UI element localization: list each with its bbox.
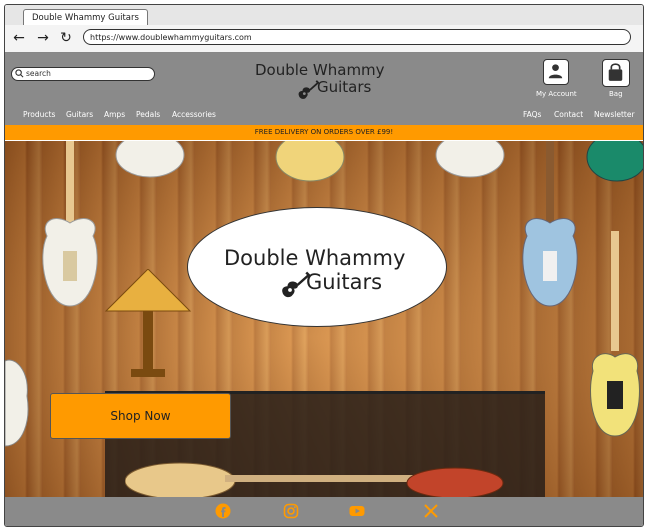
lamp-image: [104, 269, 192, 377]
browser-window: Double Whammy Guitars ← → ↻ https://www.…: [4, 4, 644, 527]
guitar-image: [586, 141, 643, 182]
reload-icon[interactable]: ↻: [58, 29, 74, 47]
account-button[interactable]: [543, 59, 569, 85]
search-icon: [15, 69, 24, 78]
nav-link-faqs[interactable]: FAQs: [523, 110, 541, 119]
search-placeholder: search: [26, 69, 51, 78]
facebook-icon[interactable]: [215, 503, 231, 519]
hero-logo-line1: Double Whammy: [224, 246, 406, 270]
guitar-image: [5, 359, 29, 447]
hero-logo: Double Whammy Guitars: [187, 207, 447, 327]
logo-text-line2: Guitars: [317, 78, 372, 96]
tab-bar: Double Whammy Guitars: [5, 5, 643, 26]
instagram-icon[interactable]: [283, 503, 299, 519]
browser-toolbar: ← → ↻ https://www.doublewhammyguitars.co…: [5, 25, 643, 53]
guitar-image: [125, 462, 504, 497]
hero-image: Double Whammy Guitars Shop Now: [5, 141, 643, 497]
guitar-image: [590, 231, 640, 437]
nav-link-contact[interactable]: Contact: [554, 110, 583, 119]
bag-label[interactable]: Bag: [609, 90, 623, 98]
site-header: search Double Whammy Guitars My Account: [5, 53, 643, 126]
hero-logo-line2: Guitars: [306, 270, 383, 294]
browser-tab[interactable]: Double Whammy Guitars: [23, 9, 148, 26]
nav-link-accessories[interactable]: Accessories: [172, 110, 216, 119]
guitar-image: [275, 141, 345, 182]
guitar-icon: [298, 80, 319, 99]
guitar-image: [522, 141, 578, 307]
shop-now-button[interactable]: Shop Now: [50, 393, 231, 439]
forward-arrow-icon[interactable]: →: [35, 29, 51, 47]
bag-button[interactable]: [602, 59, 630, 87]
delivery-banner: FREE DELIVERY ON ORDERS OVER £99!: [5, 125, 643, 140]
nav-link-amps[interactable]: Amps: [104, 110, 125, 119]
address-bar[interactable]: https://www.doublewhammyguitars.com: [83, 29, 631, 45]
site-footer: [5, 497, 643, 526]
shopping-bag-icon: [608, 63, 623, 81]
back-arrow-icon[interactable]: ←: [11, 29, 27, 47]
account-label[interactable]: My Account: [536, 90, 577, 98]
guitar-image: [42, 141, 98, 307]
logo-text-line1: Double Whammy: [255, 61, 385, 79]
site-logo[interactable]: Double Whammy Guitars: [255, 61, 395, 101]
youtube-icon[interactable]: [349, 503, 365, 519]
nav-link-guitars[interactable]: Guitars: [66, 110, 93, 119]
guitar-image: [115, 141, 185, 178]
user-icon: [548, 64, 563, 79]
nav-link-pedals[interactable]: Pedals: [136, 110, 160, 119]
x-icon[interactable]: [423, 503, 439, 519]
nav-link-products[interactable]: Products: [23, 110, 55, 119]
nav-link-newsletter[interactable]: Newsletter: [594, 110, 635, 119]
guitar-image: [435, 141, 505, 178]
search-input[interactable]: search: [11, 67, 155, 81]
